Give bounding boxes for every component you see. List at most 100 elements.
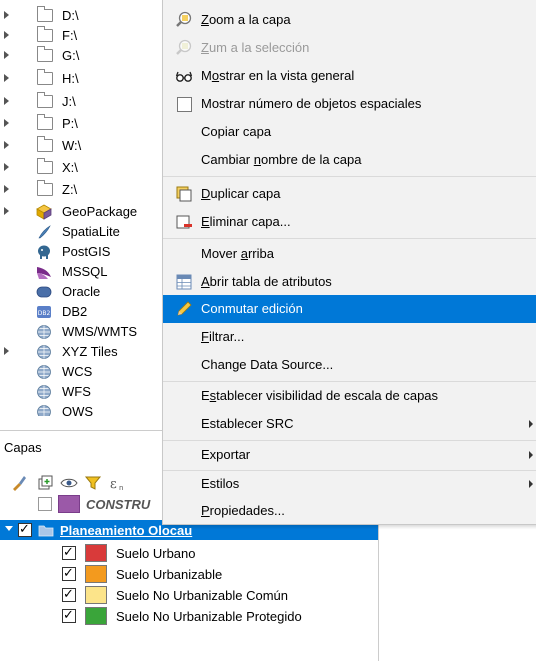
expand-arrow-icon[interactable] [4,185,9,193]
menu-item-change-data-source[interactable]: Change Data Source... [163,351,536,379]
menu-item-filter[interactable]: Filtrar... [163,323,536,351]
globe-icon [37,345,51,359]
menu-item-export[interactable]: Exportar [163,441,536,469]
menu-item-set-crs[interactable]: Establecer SRC [163,410,536,438]
add-group-icon[interactable] [36,474,54,492]
menu-item-copy-layer[interactable]: Copiar capa [163,118,536,146]
geopackage-icon [36,204,52,220]
menu-item-toggle-editing[interactable]: Conmutar edición [163,295,536,323]
tree-item-spatialite[interactable]: SpatiaLite [0,222,165,242]
layer-row-suelo-urbanizable[interactable]: Suelo Urbanizable [0,564,378,584]
db2-icon: DB2 [37,306,51,318]
zoom-layer-icon [176,11,192,27]
globe-icon [37,385,51,399]
folder-icon [37,69,53,85]
folder-icon [37,180,53,196]
menu-item-zoom-layer[interactable]: Zoom a la capa [163,6,536,34]
globe-icon [37,405,51,416]
expand-arrow-icon[interactable] [4,51,9,59]
layer-color-swatch [85,565,107,583]
svg-text:DB2: DB2 [38,310,51,317]
expand-arrow-icon[interactable] [4,119,9,127]
pencil-icon [177,301,192,316]
layer-context-menu: Zoom a la capa Zum a la selección Mostra… [162,0,536,525]
layer-row-constru[interactable]: CONSTRU [0,494,165,514]
menu-item-set-scale-visibility[interactable]: Establecer visibilidad de escala de capa… [163,382,536,410]
tree-item-postgis[interactable]: PostGIS [0,242,165,262]
folder-icon [37,158,53,174]
expand-arrow-icon[interactable] [4,207,9,215]
menu-item-duplicate-layer[interactable]: Duplicar capa [163,180,536,208]
remove-layer-icon [176,215,192,229]
expand-arrow-icon[interactable] [4,31,9,39]
tree-item-geopackage[interactable]: GeoPackage [0,202,165,222]
menu-item-zoom-selection[interactable]: Zum a la selección [163,34,536,62]
submenu-arrow-icon [529,480,533,488]
tree-item-drive-w[interactable]: W:\ [0,136,165,156]
spatialite-icon [38,225,51,239]
group-folder-icon [38,525,54,537]
menu-item-remove-layer[interactable]: Eliminar capa... [163,208,536,236]
expand-arrow-icon[interactable] [4,74,9,82]
layer-visibility-checkbox[interactable] [62,544,76,560]
feature-count-checkbox[interactable] [177,97,192,112]
browser-panel: D:\ F:\ G:\ H:\ J:\ P:\ W:\ X:\ Z:\ GeoP… [0,0,165,428]
tree-item-drive-z[interactable]: Z:\ [0,180,165,200]
layer-visibility-checkbox[interactable] [62,565,76,581]
expand-arrow-icon[interactable] [4,347,9,355]
layer-color-swatch [85,607,107,625]
menu-item-show-feature-count[interactable]: Mostrar número de objetos espaciales [163,90,536,118]
folder-icon [37,6,53,22]
tree-item-drive-f[interactable]: F:\ [0,26,165,46]
attribute-table-icon [176,274,192,290]
tree-item-drive-h[interactable]: H:\ [0,69,165,89]
tree-item-wms-wmts[interactable]: WMS/WMTS [0,322,165,342]
tree-item-mssql[interactable]: MSSQL [0,262,165,282]
expand-arrow-icon[interactable] [4,11,9,19]
layer-row-suelo-urbano[interactable]: Suelo Urbano [0,543,378,563]
menu-item-move-top[interactable]: Mover arriba [163,240,536,268]
tree-item-wcs[interactable]: WCS [0,362,165,382]
oracle-icon [36,286,52,298]
filter-icon[interactable] [84,474,102,492]
eye-icon[interactable] [60,474,78,492]
folder-icon [37,114,53,130]
tree-item-drive-p[interactable]: P:\ [0,114,165,134]
layer-color-swatch [85,544,107,562]
tree-item-xyz-tiles[interactable]: XYZ Tiles [0,342,165,362]
layer-visibility-checkbox[interactable] [62,607,76,623]
style-brush-icon[interactable] [10,474,28,492]
menu-item-rename-layer[interactable]: Cambiar nombre de la capa [163,146,536,174]
folder-icon [37,46,53,62]
menu-separator [163,176,536,177]
collapse-arrow-icon[interactable] [5,526,13,531]
layer-visibility-checkbox[interactable] [38,497,52,511]
globe-icon [37,325,51,339]
layers-panel-title: Capas [4,440,42,455]
expand-arrow-icon[interactable] [4,141,9,149]
expression-filter-icon[interactable]: ε n [108,474,126,492]
layer-row-suelo-no-urbanizable-comun[interactable]: Suelo No Urbanizable Común [0,585,378,605]
menu-item-styles[interactable]: Estilos [163,470,536,498]
postgis-icon [38,245,50,259]
expand-arrow-icon[interactable] [4,163,9,171]
tree-item-drive-j[interactable]: J:\ [0,92,165,112]
menu-separator [163,238,536,239]
tree-item-drive-x[interactable]: X:\ [0,158,165,178]
layer-visibility-checkbox[interactable] [62,586,76,602]
layer-color-swatch [85,586,107,604]
tree-item-ows[interactable]: OWS [0,402,165,416]
tree-item-drive-d[interactable]: D:\ [0,6,165,26]
layer-row-suelo-no-urbanizable-protegido[interactable]: Suelo No Urbanizable Protegido [0,606,378,626]
folder-icon [37,26,53,42]
tree-item-oracle[interactable]: Oracle [0,282,165,302]
layer-color-swatch [58,495,80,513]
tree-item-db2[interactable]: DB2 DB2 [0,302,165,322]
tree-item-drive-g[interactable]: G:\ [0,46,165,66]
tree-item-wfs[interactable]: WFS [0,382,165,402]
expand-arrow-icon[interactable] [4,97,9,105]
menu-item-open-attribute-table[interactable]: Abrir tabla de atributos [163,268,536,296]
group-visibility-checkbox[interactable] [18,521,32,537]
menu-item-properties[interactable]: Propiedades... [163,497,536,525]
menu-item-show-overview[interactable]: Mostrar en la vista general [163,62,536,90]
